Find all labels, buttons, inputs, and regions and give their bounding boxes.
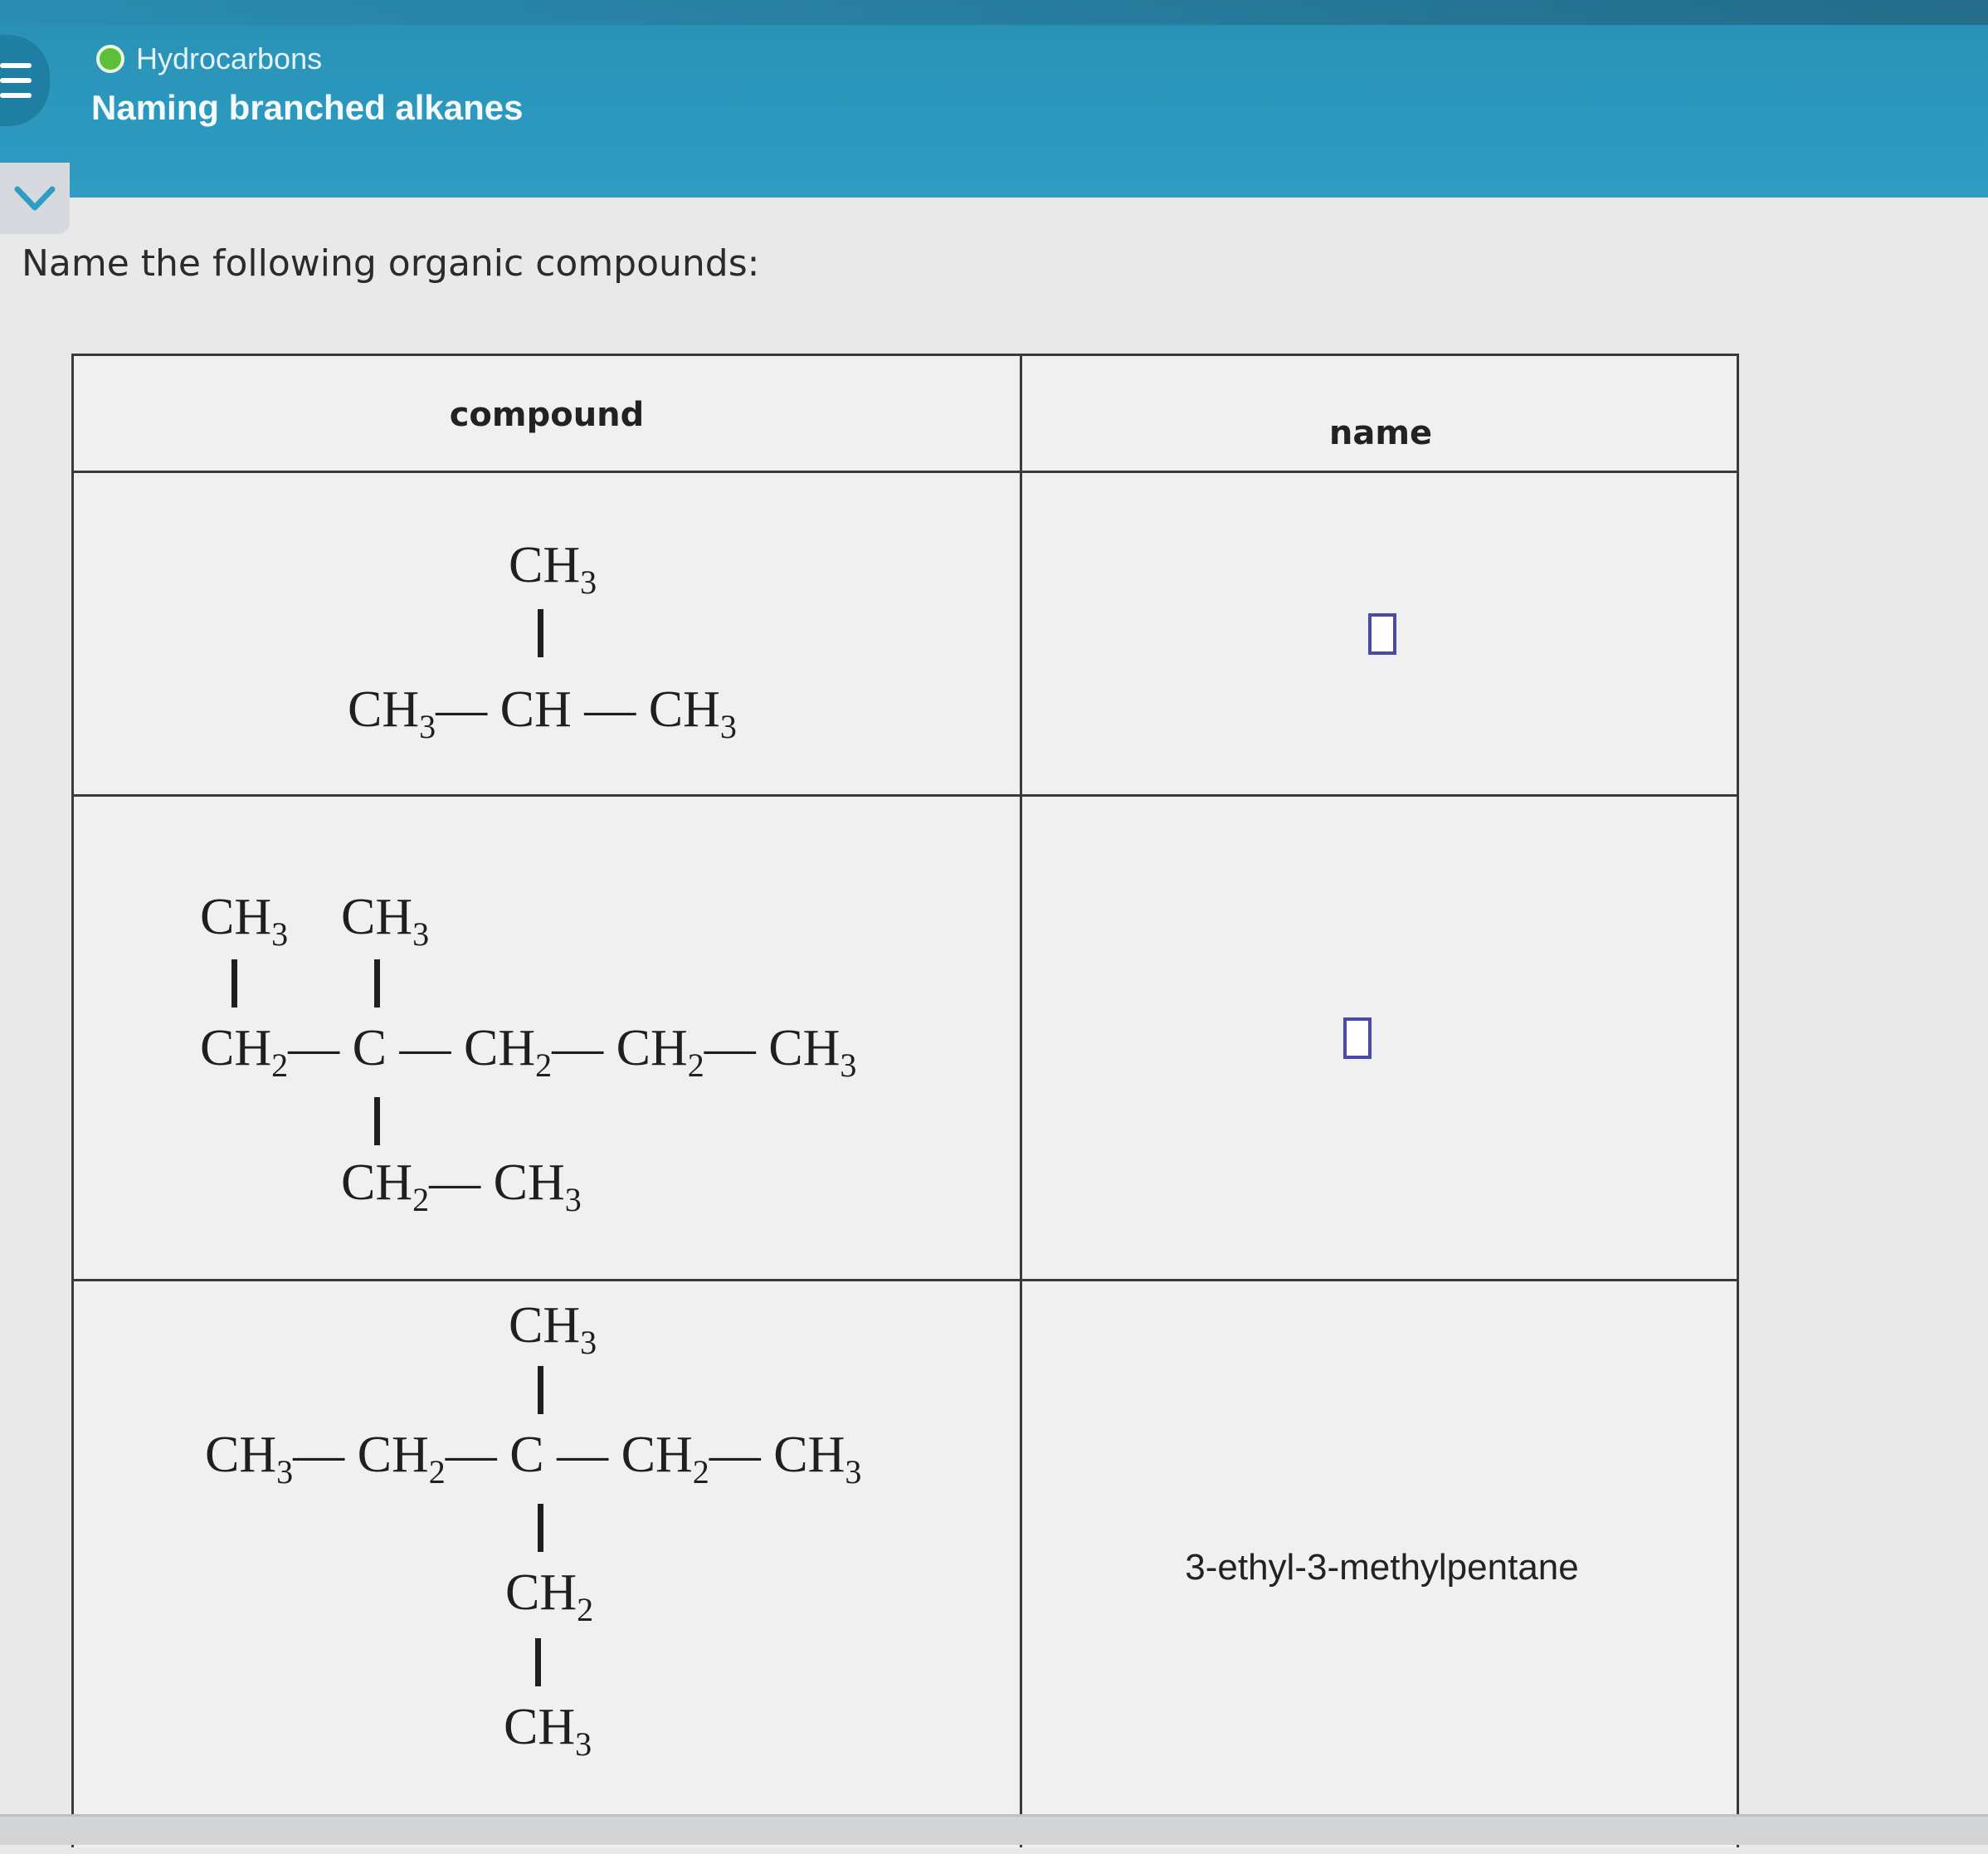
menu-button[interactable] xyxy=(0,35,50,126)
bond xyxy=(374,1097,380,1145)
substituent-ch3: CH3 xyxy=(509,1297,597,1361)
ethyl-ch2: CH2 xyxy=(505,1564,594,1628)
top-header: Hydrocarbons Naming branched alkanes xyxy=(0,0,1988,198)
substituent-ch3-a: CH3 xyxy=(200,889,289,953)
header-top-strip xyxy=(0,0,1988,25)
ethyl-ch3: CH3 xyxy=(504,1699,592,1763)
compound-structure-2: CH3 CH3 CH2— C — CH2— CH2— CH3 CH2— CH3 xyxy=(74,797,1020,1279)
bond xyxy=(374,959,380,1008)
compound-table: compound name CH3 CH3— CH — CH3 CH3 CH3 … xyxy=(71,354,1739,1847)
question-prompt: Name the following organic compounds: xyxy=(22,242,760,285)
answer-cell-3: 3-ethyl-3-methylpentane xyxy=(1022,1281,1742,1854)
answer-cell-1 xyxy=(1022,473,1742,794)
hamburger-icon xyxy=(0,63,32,98)
answer-input-2[interactable] xyxy=(1342,1017,1372,1059)
answer-input-3[interactable]: 3-ethyl-3-methylpentane xyxy=(1185,1547,1578,1588)
bond xyxy=(538,1504,543,1552)
column-header-name: name xyxy=(1328,414,1433,452)
bond xyxy=(535,1638,541,1686)
bond xyxy=(231,959,237,1008)
ethyl-branch: CH2— CH3 xyxy=(341,1154,582,1218)
page-title: Naming branched alkanes xyxy=(91,88,524,127)
collapse-button[interactable] xyxy=(0,163,70,234)
substituent-ch3-b: CH3 xyxy=(341,889,430,953)
bottom-toolbar xyxy=(0,1814,1988,1845)
status-dot-icon xyxy=(96,45,124,73)
main-chain: CH3— CH2— C — CH2— CH3 xyxy=(205,1427,862,1491)
substituent-ch3: CH3 xyxy=(509,537,597,601)
column-header-compound: compound xyxy=(449,396,645,434)
answer-cell-2 xyxy=(1022,797,1742,1279)
bond xyxy=(538,1366,543,1414)
topic-row: Hydrocarbons xyxy=(96,41,322,76)
main-chain: CH2— C — CH2— CH2— CH3 xyxy=(200,1020,857,1084)
compound-structure-3: CH3 CH3— CH2— C — CH2— CH3 CH2 CH3 xyxy=(74,1281,1020,1854)
compound-structure-1: CH3 CH3— CH — CH3 xyxy=(74,473,1020,794)
chevron-down-icon xyxy=(14,186,56,211)
answer-input-1[interactable] xyxy=(1367,612,1396,655)
bond xyxy=(538,609,543,657)
main-chain: CH3— CH — CH3 xyxy=(348,681,737,745)
topic-label: Hydrocarbons xyxy=(136,41,323,76)
